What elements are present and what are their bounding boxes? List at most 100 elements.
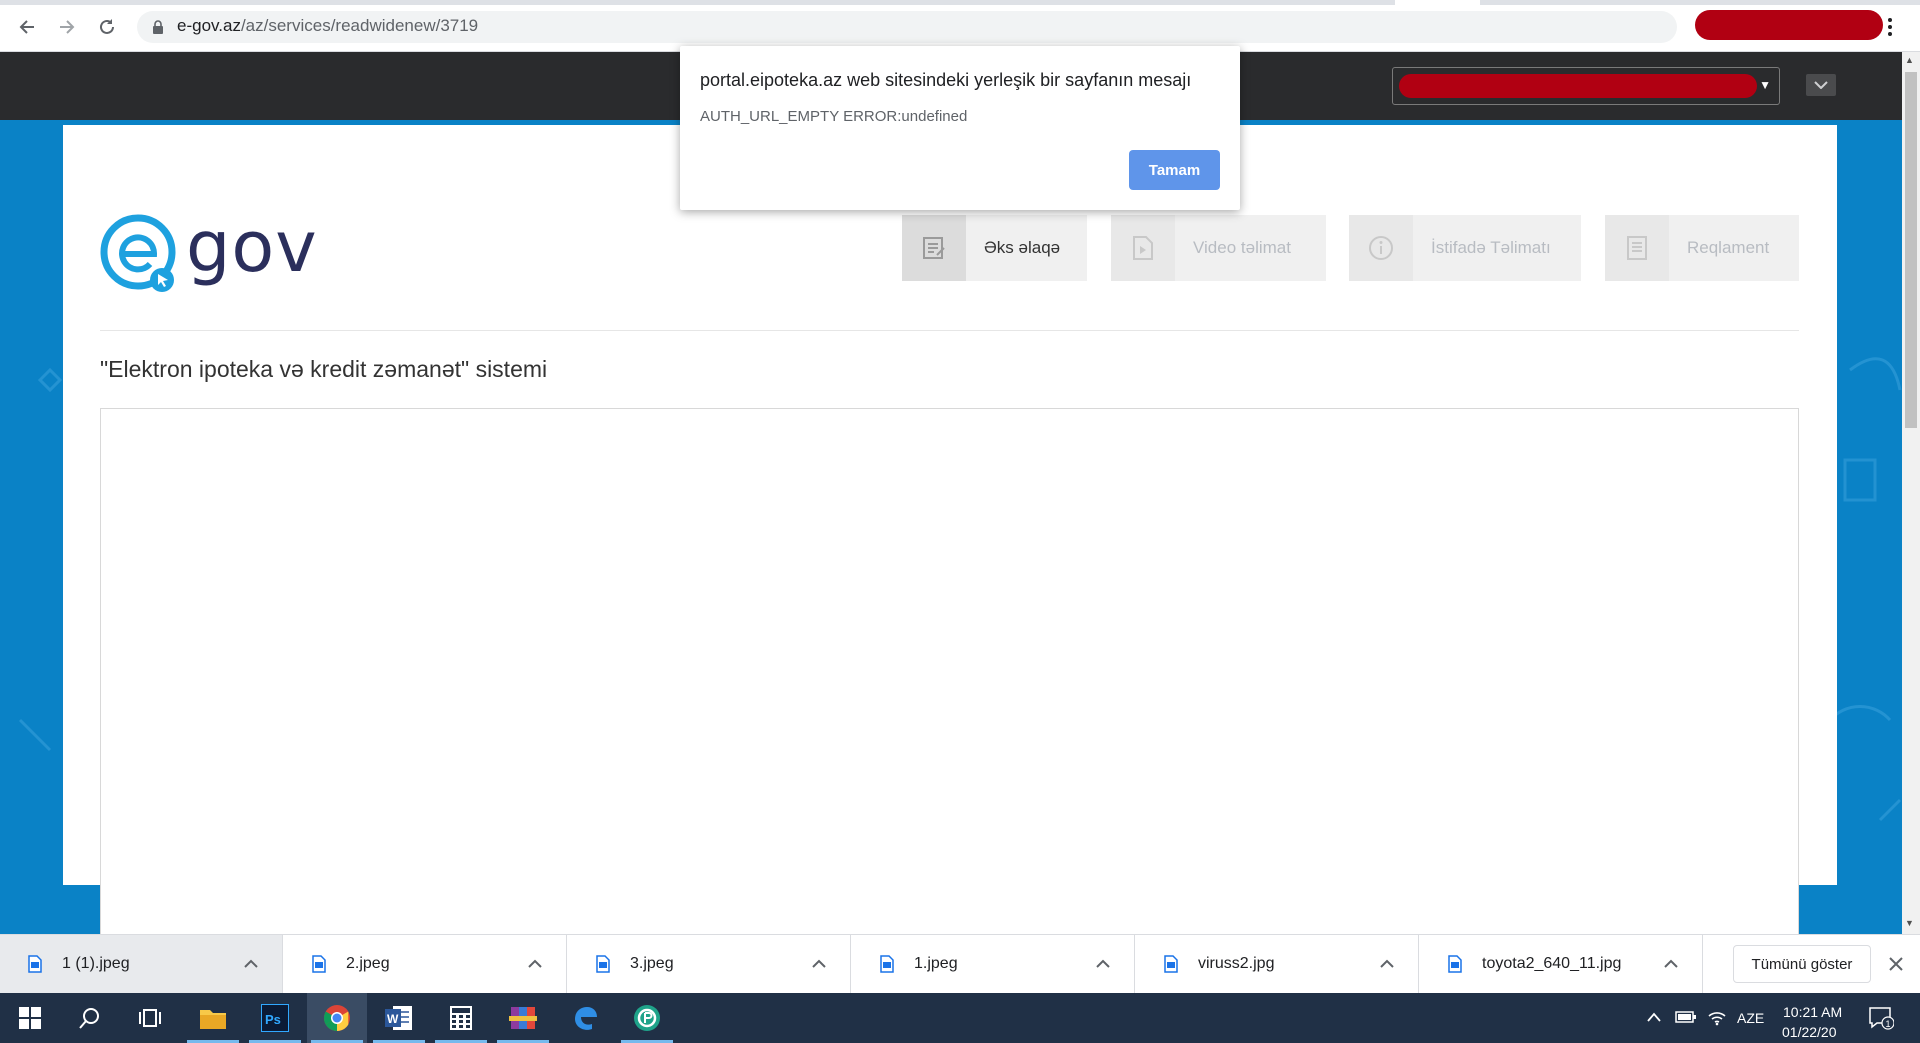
download-item[interactable]: 2.jpeg xyxy=(284,935,567,993)
chevron-up-icon[interactable] xyxy=(1646,1011,1662,1023)
reload-button[interactable] xyxy=(92,12,122,42)
alert-dialog: portal.eipoteka.az web sitesindeki yerle… xyxy=(680,46,1240,210)
windows-taskbar: Ps W 1 xyxy=(0,993,1920,1043)
redacted-account-select[interactable]: ▼ xyxy=(1392,67,1780,105)
reglament-button[interactable]: Reqlament xyxy=(1605,215,1799,281)
video-guide-label: Video təlimat xyxy=(1193,238,1291,257)
video-guide-button[interactable]: Video təlimat xyxy=(1111,215,1326,281)
video-file-icon xyxy=(1111,215,1175,281)
document-icon xyxy=(1605,215,1669,281)
usage-guide-button[interactable]: İstifadə Təlimatı xyxy=(1349,215,1581,281)
forward-button[interactable] xyxy=(52,12,82,42)
bitdefender-icon xyxy=(634,1005,660,1031)
download-filename: 1.jpeg xyxy=(914,955,958,972)
wifi-icon[interactable] xyxy=(1707,1008,1727,1026)
redacted-profile[interactable] xyxy=(1695,10,1883,40)
back-arrow-icon xyxy=(19,20,34,34)
task-view-icon xyxy=(139,1009,161,1027)
start-button[interactable] xyxy=(0,993,60,1043)
svg-text:W: W xyxy=(387,1012,399,1026)
winrar-icon xyxy=(509,1007,537,1029)
photoshop-icon: Ps xyxy=(261,1004,289,1032)
clock-time[interactable]: 10:21 AM xyxy=(1783,1004,1842,1020)
info-icon xyxy=(1349,215,1413,281)
input-language[interactable]: AZE xyxy=(1737,1010,1764,1026)
chevron-down-icon[interactable] xyxy=(1806,74,1836,96)
dropdown-caret-icon: ▼ xyxy=(1759,78,1771,92)
scroll-up-arrow-icon[interactable]: ▲ xyxy=(1905,55,1914,65)
logo-text: gov xyxy=(186,206,318,288)
search-button[interactable] xyxy=(60,993,120,1043)
back-button[interactable] xyxy=(12,12,42,42)
forward-arrow-icon xyxy=(60,20,75,34)
download-filename: 2.jpeg xyxy=(346,955,390,972)
chrome-icon xyxy=(323,1005,350,1032)
task-view-button[interactable] xyxy=(120,993,180,1043)
word-icon: W xyxy=(385,1006,412,1030)
download-filename: 3.jpeg xyxy=(630,955,674,972)
file-explorer-icon xyxy=(200,1010,226,1029)
downloads-bar: 1 (1).jpeg 2.jpeg 3.jpeg 1.jpeg viruss2.… xyxy=(0,934,1920,993)
chevron-up-icon[interactable] xyxy=(244,959,258,969)
scroll-down-arrow-icon[interactable]: ▼ xyxy=(1905,918,1914,928)
image-file-icon xyxy=(1448,955,1462,973)
battery-icon[interactable] xyxy=(1675,1010,1697,1024)
service-title: "Elektron ipoteka və kredit zəmanət" sis… xyxy=(100,356,548,382)
start-icon xyxy=(19,1007,41,1029)
divider xyxy=(100,330,1799,331)
chevron-up-icon[interactable] xyxy=(528,959,542,969)
feedback-button[interactable]: Əks əlaqə xyxy=(902,215,1087,281)
image-file-icon xyxy=(312,955,326,973)
chevron-up-icon[interactable] xyxy=(1380,959,1394,969)
url-text[interactable]: e-gov.az/az/services/readwidenew/3719 xyxy=(177,16,478,36)
chrome-button[interactable] xyxy=(307,993,367,1043)
download-filename: 1 (1).jpeg xyxy=(62,955,130,972)
service-iframe[interactable] xyxy=(100,408,1799,938)
edge-icon xyxy=(575,1007,597,1030)
dialog-title: portal.eipoteka.az web sitesindeki yerle… xyxy=(700,70,1192,90)
download-item[interactable]: 1.jpeg xyxy=(852,935,1135,993)
close-icon[interactable] xyxy=(1887,955,1905,973)
calculator-button[interactable] xyxy=(431,993,491,1043)
scrollbar-thumb[interactable] xyxy=(1905,72,1917,428)
egov-logo-icon xyxy=(100,214,176,292)
chevron-up-icon[interactable] xyxy=(1096,959,1110,969)
url-host: e-gov.az xyxy=(177,16,241,35)
reglament-label: Reqlament xyxy=(1687,238,1770,257)
chevron-up-icon[interactable] xyxy=(812,959,826,969)
chevron-up-icon[interactable] xyxy=(1664,959,1678,969)
svg-text:Ps: Ps xyxy=(265,1012,281,1027)
download-item[interactable]: 1 (1).jpeg xyxy=(0,935,283,993)
word-button[interactable]: W xyxy=(369,993,429,1043)
download-filename: viruss2.jpg xyxy=(1198,955,1275,972)
tab-strip xyxy=(0,0,1920,5)
file-explorer-button[interactable] xyxy=(183,993,243,1043)
download-item[interactable]: 3.jpeg xyxy=(568,935,851,993)
clock-date[interactable]: 01/22/20 xyxy=(1782,1024,1837,1040)
feedback-label: Əks əlaqə xyxy=(984,238,1061,257)
download-item[interactable]: toyota2_640_11.jpg xyxy=(1420,935,1703,993)
edge-button[interactable] xyxy=(555,993,615,1043)
image-file-icon xyxy=(1164,955,1178,973)
winrar-button[interactable] xyxy=(493,993,553,1043)
show-all-downloads-button[interactable]: Tümünü göster xyxy=(1733,945,1871,983)
reload-icon xyxy=(100,19,114,34)
download-item[interactable]: viruss2.jpg xyxy=(1136,935,1419,993)
dialog-message: AUTH_URL_EMPTY ERROR:undefined xyxy=(700,108,968,125)
chrome-menu-icon[interactable] xyxy=(1886,16,1894,38)
photoshop-button[interactable]: Ps xyxy=(245,993,305,1043)
svg-text:1: 1 xyxy=(1886,1019,1891,1029)
image-file-icon xyxy=(880,955,894,973)
dialog-ok-button[interactable]: Tamam xyxy=(1129,150,1220,190)
calculator-icon xyxy=(450,1006,472,1030)
url-path: /az/services/readwidenew/3719 xyxy=(240,16,479,35)
search-icon xyxy=(79,1008,99,1029)
feedback-icon xyxy=(902,215,966,281)
notifications-icon[interactable]: 1 xyxy=(1868,1006,1894,1030)
bitdefender-button[interactable] xyxy=(617,993,677,1043)
image-file-icon xyxy=(28,955,42,973)
image-file-icon xyxy=(596,955,610,973)
download-filename: toyota2_640_11.jpg xyxy=(1482,955,1622,972)
lock-icon xyxy=(153,20,163,34)
usage-guide-label: İstifadə Təlimatı xyxy=(1431,238,1551,257)
